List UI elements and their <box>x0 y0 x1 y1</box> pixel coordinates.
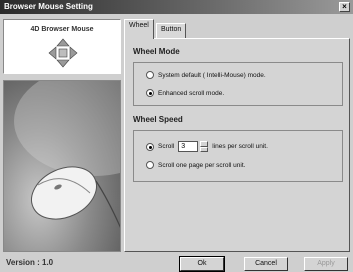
wheel-mode-title: Wheel Mode <box>133 47 180 56</box>
tab-button[interactable]: Button <box>156 23 187 38</box>
version-label: Version : 1.0 <box>6 258 54 267</box>
enhanced-scroll-option[interactable]: Enhanced scroll mode. <box>146 89 224 97</box>
ok-button[interactable]: Ok <box>179 256 225 272</box>
wheel-speed-title: Wheel Speed <box>133 115 183 124</box>
scroll-page-option[interactable]: Scroll one page per scroll unit. <box>146 161 245 169</box>
scroll-page-radio[interactable] <box>146 161 154 169</box>
tab-wheel[interactable]: Wheel <box>124 19 154 39</box>
wheel-speed-group: Scroll lines per scroll unit. Scroll one… <box>133 130 343 182</box>
scroll-label: Scroll <box>158 143 175 150</box>
mouse-illustration <box>14 81 120 228</box>
close-button[interactable]: × <box>339 2 350 12</box>
logo-text: 4D Browser Mouse <box>30 26 94 33</box>
mouse-photo <box>3 80 121 252</box>
close-icon: × <box>342 2 347 11</box>
tab-button-label: Button <box>161 26 182 33</box>
left-panel: 4D Browser Mouse <box>3 19 121 252</box>
spinner-down-button[interactable] <box>200 146 209 152</box>
logo-box: 4D Browser Mouse <box>3 19 121 74</box>
system-default-option[interactable]: System default ( Intelli-Mouse) mode. <box>146 71 266 79</box>
wheel-mode-group: System default ( Intelli-Mouse) mode. En… <box>133 62 343 106</box>
four-way-arrows-icon <box>48 38 78 68</box>
system-default-radio[interactable] <box>146 71 154 79</box>
scroll-suffix-label: lines per scroll unit. <box>212 143 268 150</box>
scroll-lines-radio[interactable] <box>146 142 154 151</box>
title-bar: Browser Mouse Setting × <box>0 0 353 14</box>
cancel-button[interactable]: Cancel <box>244 257 288 271</box>
scroll-lines-option[interactable]: Scroll lines per scroll unit. <box>146 141 268 152</box>
enhanced-scroll-label: Enhanced scroll mode. <box>158 89 225 97</box>
scroll-lines-spinner <box>178 141 209 152</box>
spinner-buttons <box>200 141 209 152</box>
window-title: Browser Mouse Setting <box>4 2 93 11</box>
wheel-tab-content: Wheel Mode System default ( Intelli-Mous… <box>124 38 350 252</box>
system-default-label: System default ( Intelli-Mouse) mode. <box>158 71 266 79</box>
scroll-page-label: Scroll one page per scroll unit. <box>158 161 246 169</box>
tab-wheel-label: Wheel <box>129 22 149 29</box>
enhanced-scroll-radio[interactable] <box>146 89 154 97</box>
scroll-lines-input[interactable] <box>178 141 199 152</box>
apply-button[interactable]: Apply <box>304 257 348 271</box>
